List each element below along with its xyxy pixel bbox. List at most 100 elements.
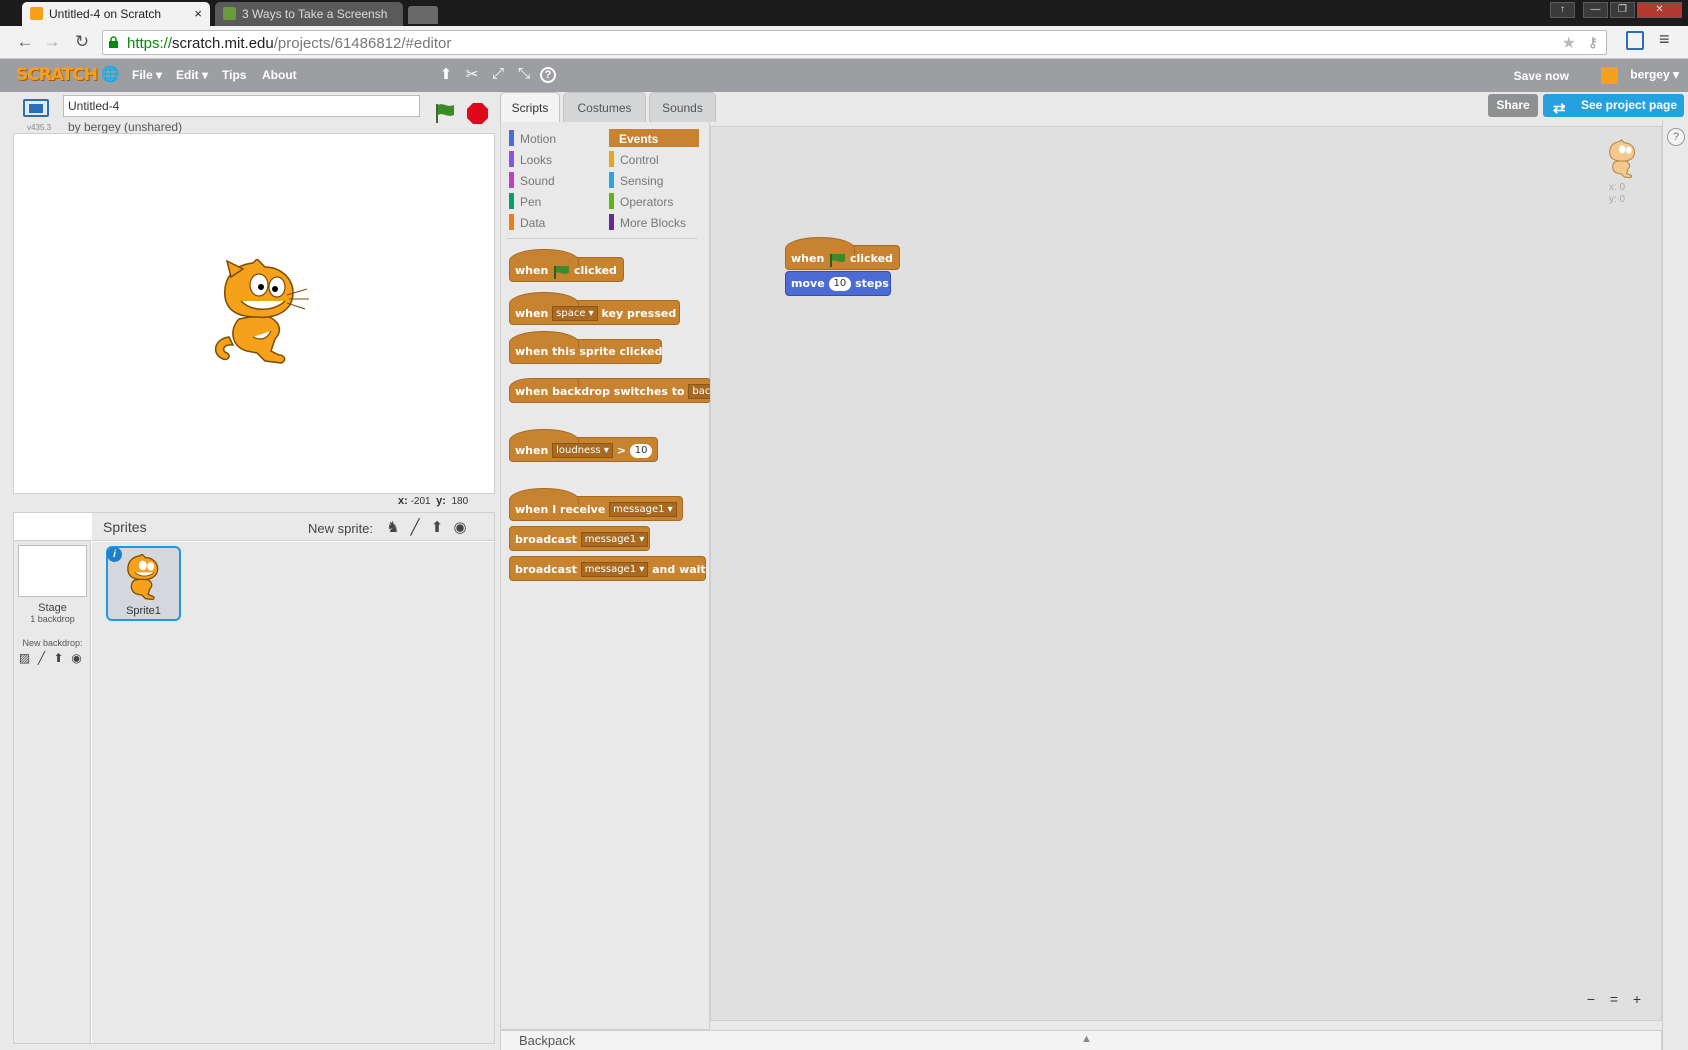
shrink-icon[interactable]: ⤡ <box>514 65 534 85</box>
help-question-icon[interactable]: ? <box>540 67 556 83</box>
scratch-cat-sprite-icon[interactable] <box>209 259 319 364</box>
expand-arrow-icon[interactable]: ▲ <box>1081 1033 1092 1045</box>
file-menu[interactable]: File ▾ <box>132 68 162 82</box>
user-menu[interactable]: bergey ▾ <box>1601 67 1679 84</box>
script-block-move-steps[interactable]: move 10 steps <box>785 271 891 296</box>
block-palette: Motion Looks Sound Pen Data Events Contr… <box>500 122 711 1030</box>
tab-sounds[interactable]: Sounds <box>649 92 716 122</box>
block-when-sprite-clicked[interactable]: when this sprite clicked <box>509 331 662 364</box>
divider <box>507 238 698 239</box>
stage-canvas[interactable] <box>13 133 495 494</box>
category-more-blocks[interactable]: More Blocks <box>609 213 699 231</box>
backdrop-library-icon[interactable]: ▨ <box>17 651 32 665</box>
paint-brush-icon[interactable]: ╱ <box>34 651 49 665</box>
category-operators[interactable]: Operators <box>609 192 699 210</box>
share-button[interactable]: Share <box>1488 94 1538 117</box>
zoom-out-icon[interactable]: − <box>1581 991 1601 1009</box>
bookmark-star-icon[interactable]: ★ <box>1562 33 1576 53</box>
edit-menu[interactable]: Edit ▾ <box>176 68 208 82</box>
window-minimize-icon[interactable]: — <box>1583 2 1608 18</box>
window-restore-icon[interactable]: ❐ <box>1610 2 1635 18</box>
back-arrow-icon[interactable]: ← <box>15 32 35 52</box>
zoom-reset-icon[interactable]: = <box>1604 991 1624 1009</box>
tips-menu[interactable]: Tips <box>222 68 246 82</box>
sprite-library-icon[interactable]: ♞ <box>384 518 402 536</box>
category-data[interactable]: Data <box>509 213 599 231</box>
editor-tabs: Scripts Costumes Sounds <box>500 92 900 122</box>
block-broadcast[interactable]: broadcast message1 <box>509 526 650 551</box>
browser-menu-icon[interactable]: ≡ <box>1659 29 1670 50</box>
green-flag-icon[interactable] <box>434 102 458 124</box>
category-sensing[interactable]: Sensing <box>609 171 699 189</box>
language-globe-icon[interactable]: 🌐 <box>101 65 120 83</box>
stop-sign-icon[interactable] <box>467 103 488 124</box>
tab-scripts[interactable]: Scripts <box>500 92 560 122</box>
stage-thumbnail[interactable] <box>18 545 87 597</box>
window-close-icon[interactable]: ✕ <box>1637 2 1682 18</box>
category-control[interactable]: Control <box>609 150 699 168</box>
tab-close-icon[interactable]: × <box>194 6 202 21</box>
sprites-title: Sprites <box>103 519 147 535</box>
category-sound[interactable]: Sound <box>509 171 599 189</box>
see-project-page-button[interactable]: ⇄ See project page <box>1543 94 1684 117</box>
zoom-in-icon[interactable]: + <box>1627 991 1647 1009</box>
script-block-when-flag-clicked[interactable]: when clicked <box>785 237 900 270</box>
block-when-backdrop-switches[interactable]: when backdrop switches to backd <box>509 378 711 403</box>
browser-tab-scratch[interactable]: Untitled-4 on Scratch × <box>22 2 210 26</box>
category-pen[interactable]: Pen <box>509 192 599 210</box>
right-dock: ? <box>1662 120 1688 1050</box>
sprite-thumbnail-sprite1[interactable]: i Sprite1 <box>106 546 181 621</box>
camera-icon[interactable]: ◉ <box>451 518 469 536</box>
category-motion[interactable]: Motion <box>509 129 599 147</box>
scratch-editor-window: Untitled-4 on Scratch × 3 Ways to Take a… <box>0 0 1688 1050</box>
lock-icon <box>109 36 118 48</box>
new-tab-button[interactable] <box>408 6 438 24</box>
project-title-input[interactable] <box>63 95 420 117</box>
backpack-bar[interactable]: Backpack ▲ <box>500 1030 1662 1050</box>
category-looks[interactable]: Looks <box>509 150 599 168</box>
grow-icon[interactable]: ⤢ <box>488 65 508 85</box>
sprites-header: Sprites New sprite: ♞ ╱ ⬆ ◉ <box>92 513 494 541</box>
block-when-key-pressed[interactable]: when space key pressed <box>509 292 680 325</box>
green-flag-icon <box>830 252 846 267</box>
browser-tab-wikihow[interactable]: 3 Ways to Take a Screensh <box>215 2 403 26</box>
upload-icon[interactable]: ⬆ <box>428 518 446 536</box>
script-area[interactable]: when clicked move 10 steps x: 0 y: 0 − = … <box>710 126 1662 1021</box>
category-events[interactable]: Events <box>609 129 699 147</box>
duplicate-stamp-icon[interactable]: ⬆ <box>436 65 456 85</box>
camera-icon[interactable]: ◉ <box>69 651 84 665</box>
block-when-loudness[interactable]: when loudness > 10 <box>509 429 658 462</box>
stage-column-header <box>14 513 91 541</box>
swap-arrows-icon: ⇄ <box>1553 100 1566 117</box>
new-backdrop-label: New backdrop: <box>22 638 83 648</box>
green-flag-icon <box>554 264 570 279</box>
scratch-cat-thumbnail-icon <box>127 554 159 600</box>
scratch-logo[interactable]: SCRATCH <box>16 65 98 85</box>
reload-icon[interactable]: ↻ <box>72 32 92 52</box>
forward-arrow-icon[interactable]: → <box>42 32 62 52</box>
upload-icon[interactable]: ⬆ <box>51 651 66 665</box>
block-broadcast-and-wait[interactable]: broadcast message1 and wait <box>509 556 706 581</box>
tab-title: Untitled-4 on Scratch <box>49 7 162 21</box>
block-when-i-receive[interactable]: when I receive message1 <box>509 488 683 521</box>
fullscreen-icon[interactable] <box>23 99 49 117</box>
tips-help-icon[interactable]: ? <box>1667 128 1685 146</box>
sprite-list: i Sprite1 <box>92 542 494 1043</box>
stage-header: v435.3 by bergey (unshared) <box>13 92 495 134</box>
stage-column: Stage 1 backdrop New backdrop: ▨ ╱ ⬆ ◉ <box>14 513 91 1043</box>
backpack-label: Backpack <box>519 1033 576 1048</box>
delete-scissors-icon[interactable]: ✂ <box>462 65 482 85</box>
tab-costumes[interactable]: Costumes <box>563 92 646 122</box>
extension-icon[interactable] <box>1626 31 1644 50</box>
address-bar[interactable]: https://scratch.mit.edu/projects/6148681… <box>102 30 1607 55</box>
stage-label: Stage <box>38 602 67 614</box>
window-pin-icon[interactable]: ↑ <box>1550 2 1575 18</box>
browser-tab-strip: Untitled-4 on Scratch × 3 Ways to Take a… <box>0 0 1688 26</box>
key-icon[interactable]: ⚷ <box>1588 34 1598 51</box>
paint-brush-icon[interactable]: ╱ <box>406 518 424 536</box>
block-when-flag-clicked[interactable]: when clicked <box>509 249 624 282</box>
scratch-favicon-icon <box>30 7 43 20</box>
save-now-button[interactable]: Save now <box>1514 69 1569 83</box>
sprite-info-icon[interactable]: i <box>107 547 122 562</box>
about-menu[interactable]: About <box>262 68 297 82</box>
